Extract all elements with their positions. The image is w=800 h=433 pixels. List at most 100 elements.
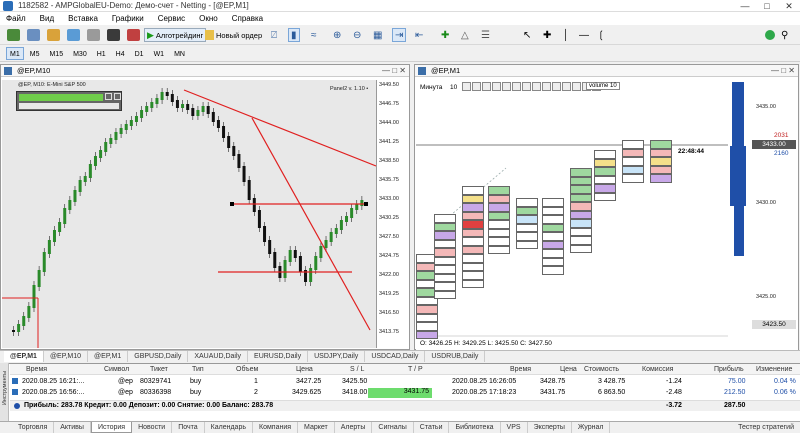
indicators-button[interactable]: ✚ xyxy=(438,28,452,42)
chart-tab[interactable]: USDCAD,Daily xyxy=(365,351,426,362)
col-symbol[interactable]: Символ xyxy=(104,366,129,373)
line-chart-button[interactable]: ≈ xyxy=(308,28,320,42)
chart-shift-button[interactable]: ⇤ xyxy=(412,28,426,42)
minimize-icon[interactable]: — xyxy=(734,0,756,12)
trendline-lower[interactable] xyxy=(251,117,371,331)
strategy-tester-tab[interactable]: Тестер стратегий xyxy=(732,422,800,433)
tf-m1[interactable]: M1 xyxy=(6,46,24,60)
tf-h1[interactable]: H1 xyxy=(93,47,110,60)
toolbox-side-strip[interactable]: Инструменты xyxy=(0,363,9,421)
bar-chart-button[interactable]: ⍁ xyxy=(268,28,280,42)
tab-mailbox[interactable]: Почта xyxy=(172,422,205,433)
col-cost[interactable]: Стоимость xyxy=(584,366,619,373)
candle-body xyxy=(150,102,154,108)
trendline-upper[interactable] xyxy=(183,89,376,167)
tab-journal[interactable]: Журнал xyxy=(572,422,611,433)
tab-news[interactable]: Новости xyxy=(132,422,173,433)
history-row[interactable]: 2020.08.25 16:56:... @ep 80336398 buy 2 … xyxy=(10,388,800,398)
crosshair-tool-button[interactable]: ✚ xyxy=(540,28,554,42)
chart-tab[interactable]: GBPUSD,Daily xyxy=(128,351,189,362)
tab-vps[interactable]: VPS xyxy=(501,422,528,433)
col-sl[interactable]: S / L xyxy=(350,366,364,373)
col-close-time[interactable]: Время xyxy=(510,366,531,373)
menu-help[interactable]: Справка xyxy=(232,14,263,23)
algo-trading-button[interactable]: ▶ Алготрейдинг xyxy=(144,28,207,42)
tab-history[interactable]: История xyxy=(90,422,133,433)
tf-m5[interactable]: M5 xyxy=(26,47,44,60)
market-watch-button[interactable] xyxy=(64,28,83,42)
tab-trade[interactable]: Торговля xyxy=(12,422,55,433)
templates-button[interactable]: ☰ xyxy=(478,28,493,42)
col-tp[interactable]: T / P xyxy=(408,366,423,373)
horizontal-line-button[interactable]: — xyxy=(576,28,592,42)
tf-h4[interactable]: H4 xyxy=(112,47,129,60)
line-anchor[interactable] xyxy=(364,202,368,206)
line-anchor[interactable] xyxy=(230,202,234,206)
tab-library[interactable]: Библиотека xyxy=(449,422,501,433)
chart-tab[interactable]: @EP,M1 xyxy=(88,351,129,362)
zoom-out-button[interactable]: ⊖ xyxy=(350,28,364,42)
strategy-tester-button[interactable] xyxy=(124,28,143,42)
tab-articles[interactable]: Статьи xyxy=(414,422,450,433)
tf-m30[interactable]: M30 xyxy=(69,47,91,60)
tab-company[interactable]: Компания xyxy=(253,422,299,433)
window-controls-left[interactable]: — □ ✕ xyxy=(382,65,406,77)
col-close-price[interactable]: Цена xyxy=(560,366,577,373)
chart-tab[interactable]: USDJPY,Daily xyxy=(308,351,366,362)
menu-insert[interactable]: Вставка xyxy=(68,14,98,23)
tf-w1[interactable]: W1 xyxy=(150,47,169,60)
grid-button[interactable]: ▦ xyxy=(370,28,385,42)
col-time[interactable]: Время xyxy=(26,366,47,373)
menu-tools[interactable]: Сервис xyxy=(158,14,185,23)
menu-window[interactable]: Окно xyxy=(199,14,218,23)
col-type[interactable]: Тип xyxy=(192,366,204,373)
history-row[interactable]: 2020.08.25 16:21:... @ep 80329741 buy 1 … xyxy=(10,377,800,387)
col-change[interactable]: Изменение xyxy=(756,366,792,373)
profiles-icon xyxy=(27,29,40,41)
tf-mn[interactable]: MN xyxy=(170,47,189,60)
search-button[interactable]: ⚲ xyxy=(778,28,791,42)
vertical-line-button[interactable]: │ xyxy=(560,28,572,42)
col-profit[interactable]: Прибыль xyxy=(714,366,744,373)
menu-file[interactable]: Файл xyxy=(6,14,26,23)
col-volume[interactable]: Объем xyxy=(236,366,258,373)
new-order-button[interactable]: Новый ордер xyxy=(202,28,265,42)
chart-tab[interactable]: USDRUB,Daily xyxy=(425,351,486,362)
candlestick-button[interactable]: ▮ xyxy=(288,28,300,42)
tab-market[interactable]: Маркет xyxy=(298,422,335,433)
tab-calendar[interactable]: Календарь xyxy=(205,422,253,433)
new-chart-button[interactable] xyxy=(4,28,23,42)
tab-assets[interactable]: Активы xyxy=(54,422,91,433)
data-window-button[interactable] xyxy=(84,28,103,42)
candle-body xyxy=(355,204,359,210)
chart-tab[interactable]: @EP,M1 xyxy=(4,351,44,362)
right-chart-plot[interactable]: Минута 10 volume 10 22:48:44 O: 3426.25 … xyxy=(416,78,728,350)
tab-alerts[interactable]: Алерты xyxy=(335,422,373,433)
close-icon[interactable]: ✕ xyxy=(778,0,800,12)
zoom-in-button[interactable]: ⊕ xyxy=(330,28,344,42)
chart-tab[interactable]: EURUSD,Daily xyxy=(248,351,309,362)
chart-tab[interactable]: XAUAUD,Daily xyxy=(188,351,249,362)
menu-view[interactable]: Вид xyxy=(40,14,54,23)
tf-d1[interactable]: D1 xyxy=(131,47,148,60)
left-chart-plot[interactable]: @EP, M10: E-Mini S&P 500 Panel2 v. 1.10 … xyxy=(2,80,376,348)
col-price[interactable]: Цена xyxy=(296,366,313,373)
trendline-button[interactable]: ❲ xyxy=(594,28,608,42)
menu-charts[interactable]: Графики xyxy=(112,14,144,23)
navigator-button[interactable] xyxy=(44,28,63,42)
play-icon: ▶ xyxy=(147,29,154,40)
tab-signals[interactable]: Сигналы xyxy=(372,422,414,433)
tf-m15[interactable]: M15 xyxy=(45,47,67,60)
autoscroll-button[interactable]: ⇥ xyxy=(392,28,407,42)
col-commission[interactable]: Комиссия xyxy=(642,366,673,373)
profiles-button[interactable] xyxy=(24,28,43,42)
window-controls-right[interactable]: — □ ✕ xyxy=(771,65,795,77)
crosshair-button[interactable]: ↖ xyxy=(520,28,534,42)
chart-tab[interactable]: @EP,M10 xyxy=(44,351,89,362)
tab-experts[interactable]: Эксперты xyxy=(528,422,572,433)
objects-button[interactable]: △ xyxy=(458,28,472,42)
maximize-icon[interactable]: □ xyxy=(756,0,778,12)
terminal-button[interactable] xyxy=(104,28,123,42)
account-status[interactable] xyxy=(762,28,778,42)
col-ticket[interactable]: Тикет xyxy=(150,366,168,373)
